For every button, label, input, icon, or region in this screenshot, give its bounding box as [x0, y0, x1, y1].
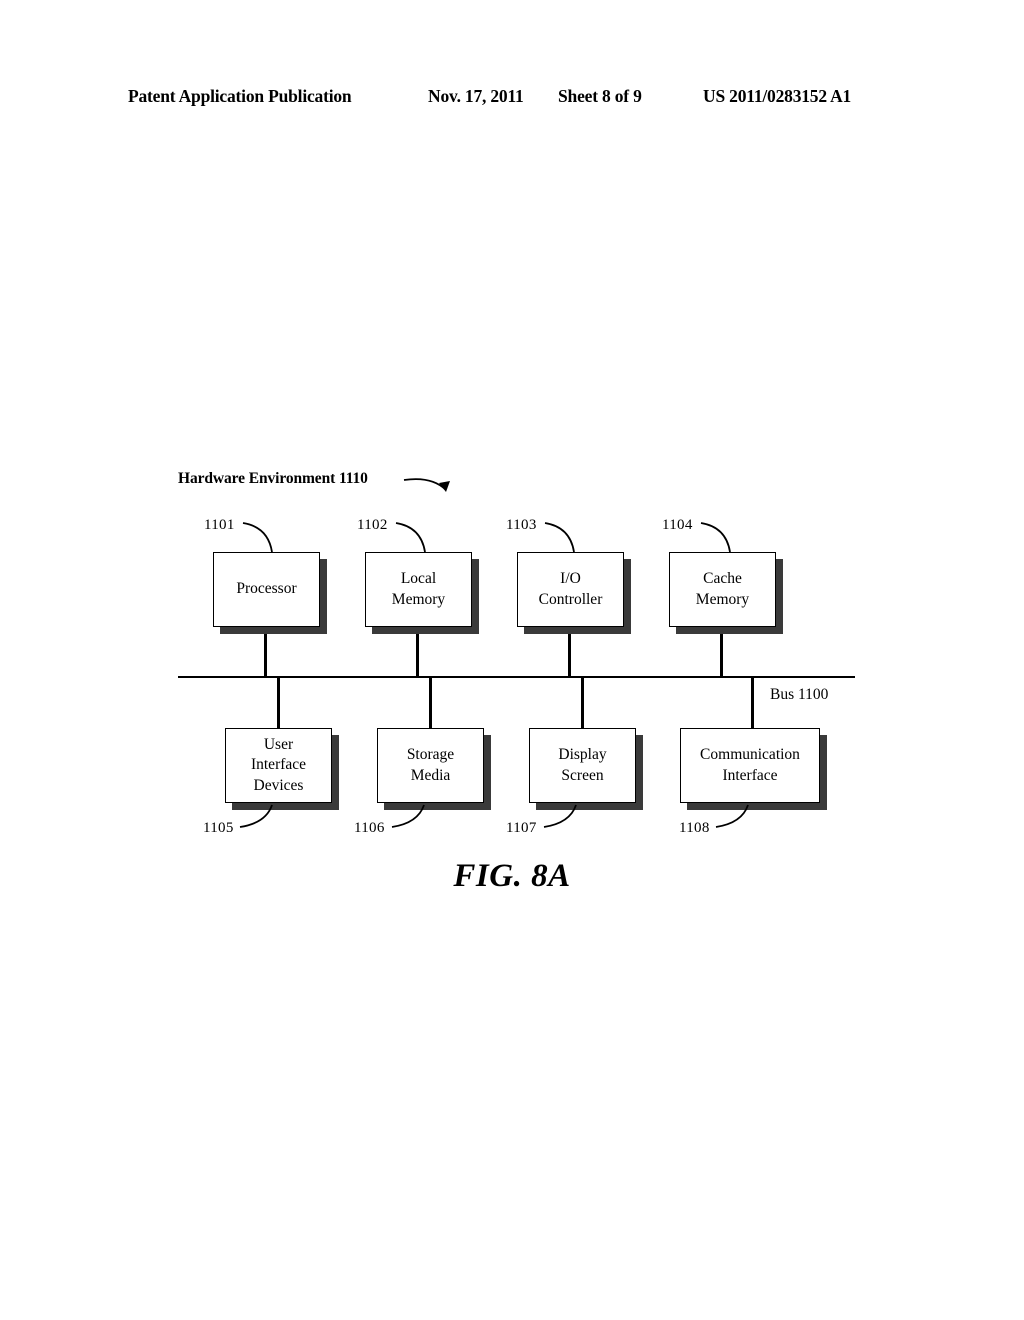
connector-bus-to-display-screen — [581, 676, 584, 728]
user-interface-devices-box-label-line1: User — [263, 735, 294, 753]
ref-number-1103: 1103 — [506, 517, 537, 533]
ref-number-1101: 1101 — [204, 517, 235, 533]
storage-media-box: Storage Media — [377, 728, 484, 803]
communication-interface-box-label-line1: Communication — [700, 746, 800, 764]
ref-number-1108: 1108 — [679, 820, 710, 836]
io-controller-box-label-line1: I/O — [560, 570, 581, 588]
communication-interface-box: Communication Interface — [680, 728, 820, 803]
leader-1101 — [242, 522, 273, 553]
bus-label: Bus 1100 — [770, 686, 829, 703]
storage-media-box-label-line2: Media — [410, 766, 451, 784]
cache-memory-box: Cache Memory — [669, 552, 776, 627]
ref-number-1104: 1104 — [662, 517, 693, 533]
ref-number-1106: 1106 — [354, 820, 385, 836]
leader-1102 — [395, 522, 426, 553]
connector-bus-to-storage-media — [429, 676, 432, 728]
processor-box: Processor — [213, 552, 320, 627]
connector-cache-memory-to-bus — [720, 627, 723, 678]
local-memory-box: Local Memory — [365, 552, 472, 627]
leader-1103 — [544, 522, 575, 553]
storage-media-box-label-line1: Storage — [406, 746, 455, 764]
ref-number-1105: 1105 — [203, 820, 234, 836]
connector-processor-to-bus — [264, 627, 267, 678]
user-interface-devices-box: User Interface Devices — [225, 728, 332, 803]
environment-arrow-curve — [403, 478, 447, 491]
io-controller-box-label-line2: Controller — [538, 590, 603, 608]
hardware-environment-title: Hardware Environment 1110 — [178, 470, 368, 487]
display-screen-box-label-line1: Display — [558, 746, 607, 764]
cache-memory-box-label-line2: Memory — [695, 590, 750, 608]
display-screen-box: Display Screen — [529, 728, 636, 803]
io-controller-box: I/O Controller — [517, 552, 624, 627]
environment-arrow-head — [439, 481, 450, 492]
connector-bus-to-communication-interface — [751, 676, 754, 728]
connector-io-controller-to-bus — [568, 627, 571, 678]
leader-lines-overlay — [239, 478, 749, 828]
display-screen-box-label-line2: Screen — [561, 766, 604, 784]
leader-1104 — [700, 522, 731, 553]
cache-memory-box-label-line1: Cache — [703, 570, 742, 588]
ref-number-1107: 1107 — [506, 820, 537, 836]
user-interface-devices-box-label-line2: Interface — [250, 756, 307, 774]
connector-local-memory-to-bus — [416, 627, 419, 678]
local-memory-box-label-line2: Memory — [391, 590, 446, 608]
local-memory-box-label-line1: Local — [400, 570, 437, 588]
communication-interface-box-label-line2: Interface — [722, 766, 778, 784]
figure-8a-diagram: Hardware Environment 1110 1101 1102 1103… — [0, 0, 1024, 1320]
ref-number-1102: 1102 — [357, 517, 388, 533]
figure-caption: FIG. 8A — [453, 858, 571, 894]
user-interface-devices-box-label-line3: Devices — [253, 776, 304, 794]
connector-bus-to-user-interface-devices — [277, 676, 280, 728]
processor-box-label: Processor — [236, 580, 297, 598]
